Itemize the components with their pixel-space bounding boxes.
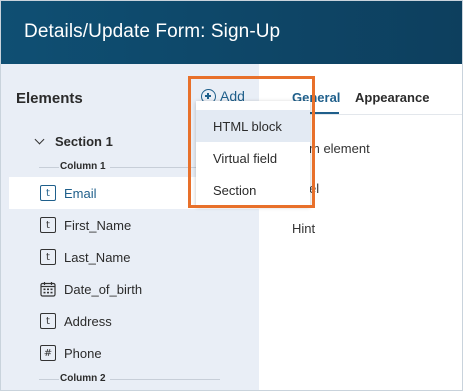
window-title: Details/Update Form: Sign-Up [24, 21, 281, 42]
section-label: Section 1 [55, 134, 113, 149]
menu-item-virtual-field[interactable]: Virtual field [196, 142, 310, 174]
calendar-icon [40, 281, 56, 297]
column-divider [39, 167, 59, 168]
column-2-label: Column 2 [60, 373, 106, 384]
field-label: Last_Name [64, 249, 131, 265]
column-1-label: Column 1 [60, 161, 106, 172]
form-editor-window: Details/Update Form: Sign-Up Elements Ad… [0, 0, 463, 391]
text-field-icon: t [40, 313, 56, 329]
elements-panel-title: Elements [16, 90, 83, 107]
field-item-address[interactable]: t Address [9, 305, 259, 337]
chevron-down-icon[interactable] [34, 134, 45, 145]
text-field-icon: t [40, 249, 56, 265]
text-field-icon: t [40, 185, 56, 201]
property-hint-label: Hint [292, 221, 316, 236]
title-bar: Details/Update Form: Sign-Up [1, 1, 462, 64]
column-divider [39, 379, 59, 380]
add-element-menu: HTML block Virtual field Section [196, 101, 310, 206]
menu-item-section[interactable]: Section [196, 174, 310, 206]
field-item-phone[interactable]: # Phone [9, 337, 259, 369]
text-field-icon: t [40, 217, 56, 233]
field-label: Date_of_birth [64, 281, 143, 297]
field-label: Phone [64, 345, 102, 361]
field-label: Email [64, 185, 97, 201]
field-label: Address [64, 313, 112, 329]
section-node[interactable]: Section 1 [34, 134, 113, 149]
field-item-first-name[interactable]: t First_Name [9, 209, 259, 241]
field-item-last-name[interactable]: t Last_Name [9, 241, 259, 273]
number-field-icon: # [40, 345, 56, 361]
property-label-label: el [309, 181, 320, 196]
field-item-date-of-birth[interactable]: Date_of_birth [9, 273, 259, 305]
menu-item-html-block[interactable]: HTML block [196, 110, 310, 142]
property-form-element-label: m element [309, 141, 370, 156]
column-divider [110, 379, 220, 380]
field-label: First_Name [64, 217, 132, 233]
tab-appearance[interactable]: Appearance [355, 90, 429, 105]
